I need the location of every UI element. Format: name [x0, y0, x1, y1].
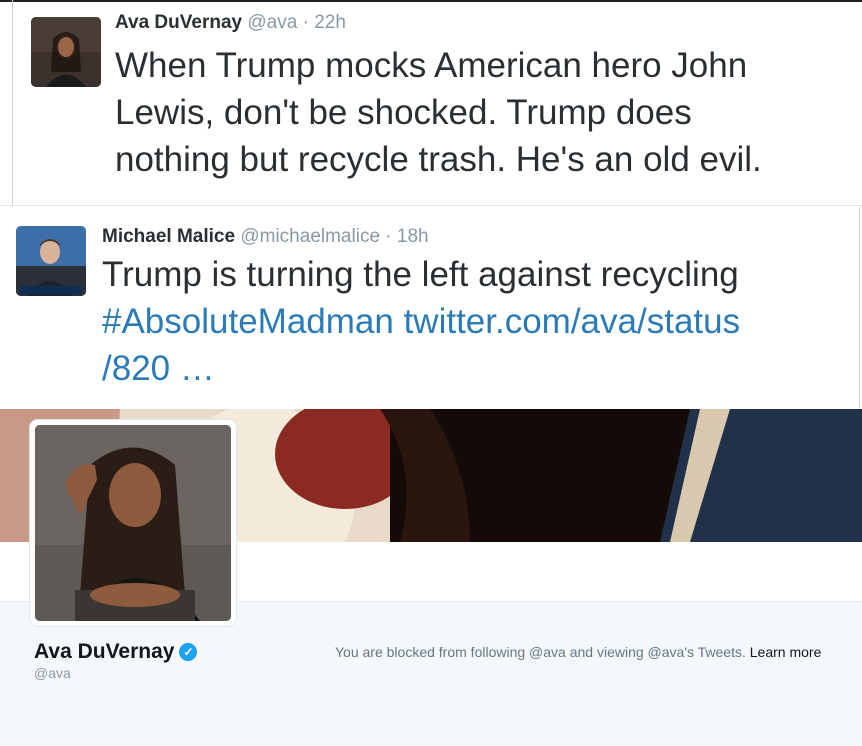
tweet-card-ava[interactable]: Ava DuVernay @ava · 22h When Trump mocks…: [0, 0, 862, 205]
hashtag-link[interactable]: #AbsoluteMadman: [102, 302, 394, 341]
avatar[interactable]: [16, 226, 86, 296]
profile-avatar[interactable]: [30, 420, 236, 626]
avatar-image: [31, 17, 101, 87]
tweet-text-line: nothing but recycle trash. He's an old e…: [115, 140, 762, 179]
tweet-text: When Trump mocks American hero John Lewi…: [115, 42, 762, 183]
tweet-time[interactable]: 22h: [314, 12, 346, 33]
tweet-header: Michael Malice @michaelmalice · 18h: [102, 226, 429, 248]
avatar-image: [16, 226, 86, 296]
author-name[interactable]: Michael Malice: [102, 226, 235, 247]
profile-handle[interactable]: @ava: [34, 665, 71, 681]
url-link-continued[interactable]: /820 …: [102, 345, 740, 392]
tweet-text-line: Trump is turning the left against recycl…: [102, 255, 739, 294]
tweet-header: Ava DuVernay @ava · 22h: [115, 12, 346, 34]
blocked-message: You are blocked from following @ava and …: [335, 644, 821, 660]
separator-dot: ·: [385, 226, 392, 247]
tweet-time[interactable]: 18h: [397, 226, 429, 247]
profile-name[interactable]: Ava DuVernay ✓: [34, 640, 198, 664]
tweet-text-line: #AbsoluteMadman twitter.com/ava/status: [102, 298, 740, 345]
tweet-text-line: Lewis, don't be shocked. Trump does: [115, 93, 692, 132]
tweet-text: Trump is turning the left against recycl…: [102, 251, 740, 392]
author-handle[interactable]: @ava: [247, 12, 297, 33]
separator-dot: ·: [302, 12, 309, 33]
avatar[interactable]: [31, 17, 101, 87]
author-name[interactable]: Ava DuVernay: [115, 12, 242, 33]
tweet-text-line: When Trump mocks American hero John: [115, 46, 748, 85]
profile-name-text: Ava DuVernay: [34, 640, 175, 663]
verified-badge-icon: ✓: [179, 643, 198, 661]
url-link[interactable]: twitter.com/ava/status: [404, 302, 741, 341]
divider: [12, 0, 13, 205]
profile-avatar-image: [35, 425, 231, 621]
blocked-text: You are blocked from following @ava and …: [335, 644, 746, 660]
learn-more-link[interactable]: Learn more: [750, 644, 822, 660]
divider: [0, 0, 862, 2]
author-handle[interactable]: @michaelmalice: [240, 226, 380, 247]
divider: [859, 206, 860, 411]
